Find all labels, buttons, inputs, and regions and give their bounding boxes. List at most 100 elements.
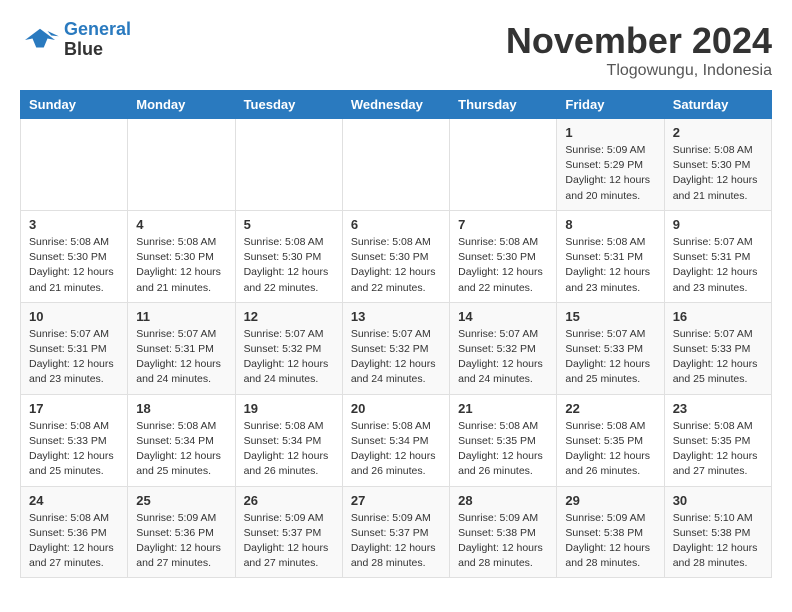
day-number: 9 (673, 217, 763, 232)
day-number: 17 (29, 401, 119, 416)
day-info: Sunrise: 5:08 AM Sunset: 5:30 PM Dayligh… (458, 235, 548, 296)
day-number: 19 (244, 401, 334, 416)
col-header-monday: Monday (128, 91, 235, 119)
day-number: 28 (458, 493, 548, 508)
day-number: 29 (565, 493, 655, 508)
calendar-week-row: 24 Sunrise: 5:08 AM Sunset: 5:36 PM Dayli… (21, 486, 772, 578)
calendar-cell: 19 Sunrise: 5:08 AM Sunset: 5:34 PM Dayli… (235, 394, 342, 486)
day-info: Sunrise: 5:09 AM Sunset: 5:37 PM Dayligh… (244, 511, 334, 572)
calendar-cell: 29Sunrise: 5:09 AM Sunset: 5:38 PM Dayli… (557, 486, 664, 578)
col-header-tuesday: Tuesday (235, 91, 342, 119)
day-info: Sunrise: 5:07 AM Sunset: 5:33 PM Dayligh… (673, 327, 763, 388)
location-subtitle: Tlogowungu, Indonesia (506, 62, 772, 80)
calendar-cell (128, 119, 235, 211)
calendar-cell: 9 Sunrise: 5:07 AM Sunset: 5:31 PM Daylig… (664, 210, 771, 302)
calendar-week-row: 17 Sunrise: 5:08 AM Sunset: 5:33 PM Dayli… (21, 394, 772, 486)
col-header-wednesday: Wednesday (342, 91, 449, 119)
day-number: 18 (136, 401, 226, 416)
calendar-cell: 23Sunrise: 5:08 AM Sunset: 5:35 PM Dayli… (664, 394, 771, 486)
day-info: Sunrise: 5:07 AM Sunset: 5:31 PM Dayligh… (136, 327, 226, 388)
calendar-cell: 1 Sunrise: 5:09 AM Sunset: 5:29 PM Daylig… (557, 119, 664, 211)
day-info: Sunrise: 5:07 AM Sunset: 5:31 PM Dayligh… (29, 327, 119, 388)
calendar-cell: 8 Sunrise: 5:08 AM Sunset: 5:31 PM Daylig… (557, 210, 664, 302)
logo-icon (20, 25, 60, 55)
day-number: 25 (136, 493, 226, 508)
day-number: 7 (458, 217, 548, 232)
day-info: Sunrise: 5:08 AM Sunset: 5:30 PM Dayligh… (136, 235, 226, 296)
day-info: Sunrise: 5:07 AM Sunset: 5:32 PM Dayligh… (351, 327, 441, 388)
day-number: 16 (673, 309, 763, 324)
day-number: 8 (565, 217, 655, 232)
calendar-cell: 10 Sunrise: 5:07 AM Sunset: 5:31 PM Dayli… (21, 302, 128, 394)
logo-text-blue: Blue (64, 39, 103, 59)
calendar-cell: 26 Sunrise: 5:09 AM Sunset: 5:37 PM Dayli… (235, 486, 342, 578)
calendar-week-row: 3 Sunrise: 5:08 AM Sunset: 5:30 PM Daylig… (21, 210, 772, 302)
day-number: 27 (351, 493, 441, 508)
day-info: Sunrise: 5:08 AM Sunset: 5:30 PM Dayligh… (351, 235, 441, 296)
title-block: November 2024 Tlogowungu, Indonesia (506, 20, 772, 80)
day-number: 23 (673, 401, 763, 416)
day-number: 21 (458, 401, 548, 416)
calendar-cell: 12Sunrise: 5:07 AM Sunset: 5:32 PM Dayli… (235, 302, 342, 394)
calendar-cell: 14 Sunrise: 5:07 AM Sunset: 5:32 PM Dayli… (450, 302, 557, 394)
logo-text-general: General (64, 19, 131, 39)
day-info: Sunrise: 5:07 AM Sunset: 5:32 PM Dayligh… (244, 327, 334, 388)
day-info: Sunrise: 5:08 AM Sunset: 5:33 PM Dayligh… (29, 419, 119, 480)
calendar-cell: 21 Sunrise: 5:08 AM Sunset: 5:35 PM Dayli… (450, 394, 557, 486)
day-number: 11 (136, 309, 226, 324)
col-header-saturday: Saturday (664, 91, 771, 119)
calendar-cell: 16 Sunrise: 5:07 AM Sunset: 5:33 PM Dayli… (664, 302, 771, 394)
day-number: 15 (565, 309, 655, 324)
day-number: 3 (29, 217, 119, 232)
day-number: 26 (244, 493, 334, 508)
day-info: Sunrise: 5:10 AM Sunset: 5:38 PM Dayligh… (673, 511, 763, 572)
calendar-cell (342, 119, 449, 211)
calendar-week-row: 1 Sunrise: 5:09 AM Sunset: 5:29 PM Daylig… (21, 119, 772, 211)
calendar-cell (235, 119, 342, 211)
day-info: Sunrise: 5:07 AM Sunset: 5:32 PM Dayligh… (458, 327, 548, 388)
day-info: Sunrise: 5:07 AM Sunset: 5:33 PM Dayligh… (565, 327, 655, 388)
calendar-cell: 5Sunrise: 5:08 AM Sunset: 5:30 PM Daylig… (235, 210, 342, 302)
day-number: 6 (351, 217, 441, 232)
calendar-header-row: SundayMondayTuesdayWednesdayThursdayFrid… (21, 91, 772, 119)
day-info: Sunrise: 5:08 AM Sunset: 5:36 PM Dayligh… (29, 511, 119, 572)
day-info: Sunrise: 5:08 AM Sunset: 5:34 PM Dayligh… (351, 419, 441, 480)
col-header-friday: Friday (557, 91, 664, 119)
day-info: Sunrise: 5:07 AM Sunset: 5:31 PM Dayligh… (673, 235, 763, 296)
day-info: Sunrise: 5:09 AM Sunset: 5:37 PM Dayligh… (351, 511, 441, 572)
calendar-cell (450, 119, 557, 211)
day-number: 20 (351, 401, 441, 416)
day-info: Sunrise: 5:08 AM Sunset: 5:31 PM Dayligh… (565, 235, 655, 296)
day-info: Sunrise: 5:08 AM Sunset: 5:30 PM Dayligh… (244, 235, 334, 296)
calendar-cell: 2Sunrise: 5:08 AM Sunset: 5:30 PM Daylig… (664, 119, 771, 211)
day-info: Sunrise: 5:08 AM Sunset: 5:34 PM Dayligh… (244, 419, 334, 480)
calendar-table: SundayMondayTuesdayWednesdayThursdayFrid… (20, 90, 772, 578)
day-info: Sunrise: 5:09 AM Sunset: 5:29 PM Dayligh… (565, 143, 655, 204)
day-number: 13 (351, 309, 441, 324)
calendar-cell: 13 Sunrise: 5:07 AM Sunset: 5:32 PM Dayli… (342, 302, 449, 394)
calendar-cell: 28 Sunrise: 5:09 AM Sunset: 5:38 PM Dayli… (450, 486, 557, 578)
day-number: 30 (673, 493, 763, 508)
day-number: 2 (673, 125, 763, 140)
day-info: Sunrise: 5:09 AM Sunset: 5:38 PM Dayligh… (458, 511, 548, 572)
month-title: November 2024 (506, 20, 772, 62)
calendar-cell: 17 Sunrise: 5:08 AM Sunset: 5:33 PM Dayli… (21, 394, 128, 486)
day-info: Sunrise: 5:08 AM Sunset: 5:35 PM Dayligh… (458, 419, 548, 480)
calendar-cell: 24 Sunrise: 5:08 AM Sunset: 5:36 PM Dayli… (21, 486, 128, 578)
day-info: Sunrise: 5:08 AM Sunset: 5:34 PM Dayligh… (136, 419, 226, 480)
calendar-cell: 30 Sunrise: 5:10 AM Sunset: 5:38 PM Dayli… (664, 486, 771, 578)
calendar-cell: 4Sunrise: 5:08 AM Sunset: 5:30 PM Daylig… (128, 210, 235, 302)
page-header: General Blue November 2024 Tlogowungu, I… (20, 20, 772, 80)
calendar-week-row: 10 Sunrise: 5:07 AM Sunset: 5:31 PM Dayli… (21, 302, 772, 394)
day-info: Sunrise: 5:09 AM Sunset: 5:36 PM Dayligh… (136, 511, 226, 572)
col-header-thursday: Thursday (450, 91, 557, 119)
day-number: 24 (29, 493, 119, 508)
calendar-cell: 20 Sunrise: 5:08 AM Sunset: 5:34 PM Dayli… (342, 394, 449, 486)
calendar-cell: 6 Sunrise: 5:08 AM Sunset: 5:30 PM Daylig… (342, 210, 449, 302)
day-number: 14 (458, 309, 548, 324)
calendar-cell (21, 119, 128, 211)
calendar-cell: 27 Sunrise: 5:09 AM Sunset: 5:37 PM Dayli… (342, 486, 449, 578)
calendar-cell: 7 Sunrise: 5:08 AM Sunset: 5:30 PM Daylig… (450, 210, 557, 302)
day-number: 10 (29, 309, 119, 324)
day-number: 1 (565, 125, 655, 140)
